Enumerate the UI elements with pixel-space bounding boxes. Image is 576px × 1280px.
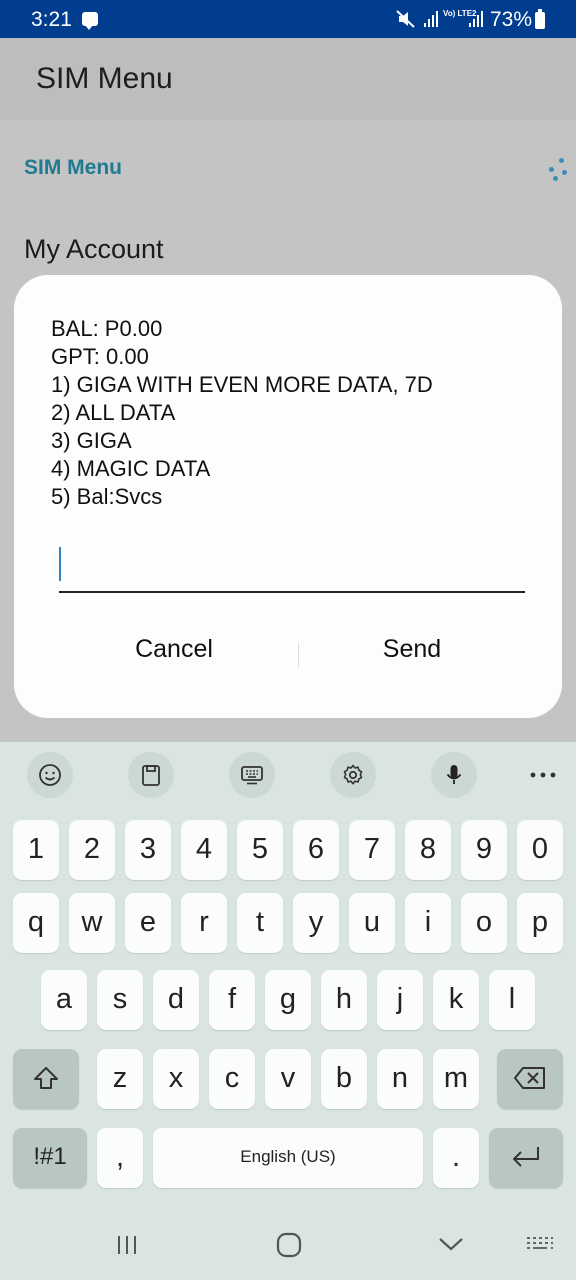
enter-icon xyxy=(513,1147,539,1167)
key-f[interactable]: f xyxy=(209,970,255,1030)
key-o[interactable]: o xyxy=(461,893,507,953)
key-t[interactable]: t xyxy=(237,893,283,953)
mic-icon xyxy=(446,765,462,784)
key-m[interactable]: m xyxy=(433,1049,479,1109)
key-5[interactable]: 5 xyxy=(237,820,283,880)
keyboard-mode-button[interactable] xyxy=(229,752,275,798)
reply-input[interactable] xyxy=(59,537,525,593)
voice-input-button[interactable] xyxy=(431,752,477,798)
key-8[interactable]: 8 xyxy=(405,820,451,880)
dialog-line: 2) ALL DATA xyxy=(51,400,176,425)
key-7[interactable]: 7 xyxy=(349,820,395,880)
navigation-bar xyxy=(0,1204,576,1280)
key-l[interactable]: l xyxy=(489,970,535,1030)
key-b[interactable]: b xyxy=(321,1049,367,1109)
keyboard-hide-icon[interactable] xyxy=(526,1236,554,1254)
key-j[interactable]: j xyxy=(377,970,423,1030)
emoji-icon xyxy=(39,764,61,786)
clipboard-button[interactable] xyxy=(128,752,174,798)
key-z[interactable]: z xyxy=(97,1049,143,1109)
button-divider xyxy=(298,643,299,667)
key-n[interactable]: n xyxy=(377,1049,423,1109)
key-w[interactable]: w xyxy=(69,893,115,953)
space-key[interactable]: English (US) xyxy=(153,1128,423,1188)
key-9[interactable]: 9 xyxy=(461,820,507,880)
more-button[interactable] xyxy=(520,752,566,798)
dialog-line: 3) GIGA xyxy=(51,428,132,453)
back-icon[interactable] xyxy=(438,1236,464,1252)
key-i[interactable]: i xyxy=(405,893,451,953)
key-a[interactable]: a xyxy=(41,970,87,1030)
period-key[interactable]: . xyxy=(433,1128,479,1188)
key-q[interactable]: q xyxy=(13,893,59,953)
dialog-line: BAL: P0.00 xyxy=(51,316,163,341)
loading-icon xyxy=(545,158,569,182)
key-0[interactable]: 0 xyxy=(517,820,563,880)
key-g[interactable]: g xyxy=(265,970,311,1030)
status-time: 3:21 xyxy=(31,8,72,31)
key-h[interactable]: h xyxy=(321,970,367,1030)
chat-notification-icon xyxy=(82,12,98,30)
enter-key[interactable] xyxy=(489,1128,563,1188)
more-icon xyxy=(530,772,556,778)
battery-percent: 73% xyxy=(490,8,533,31)
status-bar: 3:21 Vo) LTE2 73% xyxy=(0,0,576,38)
key-r[interactable]: r xyxy=(181,893,227,953)
keyboard-toolbar xyxy=(0,742,576,812)
signal-icon xyxy=(469,11,485,27)
shift-icon xyxy=(34,1067,58,1089)
key-k[interactable]: k xyxy=(433,970,479,1030)
emoji-button[interactable] xyxy=(27,752,73,798)
app-bar: SIM Menu xyxy=(0,38,576,120)
key-v[interactable]: v xyxy=(265,1049,311,1109)
page-subtitle: SIM Menu xyxy=(24,156,122,179)
comma-key[interactable]: , xyxy=(97,1128,143,1188)
key-s[interactable]: s xyxy=(97,970,143,1030)
shift-key[interactable] xyxy=(13,1049,79,1109)
key-p[interactable]: p xyxy=(517,893,563,953)
ussd-dialog: BAL: P0.00 GPT: 0.00 1) GIGA WITH EVEN M… xyxy=(14,275,562,718)
key-3[interactable]: 3 xyxy=(125,820,171,880)
key-y[interactable]: y xyxy=(293,893,339,953)
send-button[interactable]: Send xyxy=(337,627,487,671)
key-e[interactable]: e xyxy=(125,893,171,953)
dialog-line: GPT: 0.00 xyxy=(51,344,149,369)
key-u[interactable]: u xyxy=(349,893,395,953)
key-d[interactable]: d xyxy=(153,970,199,1030)
dialog-line: 5) Bal:Svcs xyxy=(51,484,163,509)
key-1[interactable]: 1 xyxy=(13,820,59,880)
backspace-icon xyxy=(514,1067,545,1089)
app-title: SIM Menu xyxy=(36,62,173,95)
dialog-message: BAL: P0.00 GPT: 0.00 1) GIGA WITH EVEN M… xyxy=(51,315,433,511)
settings-icon xyxy=(343,764,363,785)
key-4[interactable]: 4 xyxy=(181,820,227,880)
key-c[interactable]: c xyxy=(209,1049,255,1109)
section-title: My Account xyxy=(24,234,164,264)
battery-icon xyxy=(535,9,545,29)
recent-apps-icon[interactable] xyxy=(116,1234,138,1256)
home-icon[interactable] xyxy=(276,1232,302,1258)
text-caret xyxy=(59,547,61,581)
signal-icon xyxy=(424,11,440,27)
keyboard-icon xyxy=(241,766,263,785)
clipboard-icon xyxy=(142,765,160,786)
key-x[interactable]: x xyxy=(153,1049,199,1109)
key-2[interactable]: 2 xyxy=(69,820,115,880)
settings-button[interactable] xyxy=(330,752,376,798)
mute-icon xyxy=(396,10,415,28)
symbols-key[interactable]: !#1 xyxy=(13,1128,87,1188)
key-6[interactable]: 6 xyxy=(293,820,339,880)
dialog-line: 1) GIGA WITH EVEN MORE DATA, 7D xyxy=(51,372,433,397)
backspace-key[interactable] xyxy=(497,1049,563,1109)
cancel-button[interactable]: Cancel xyxy=(99,627,249,671)
dialog-line: 4) MAGIC DATA xyxy=(51,456,211,481)
keyboard: 1 2 3 4 5 6 7 8 9 0 q w e r t y u i o p … xyxy=(0,742,576,1204)
